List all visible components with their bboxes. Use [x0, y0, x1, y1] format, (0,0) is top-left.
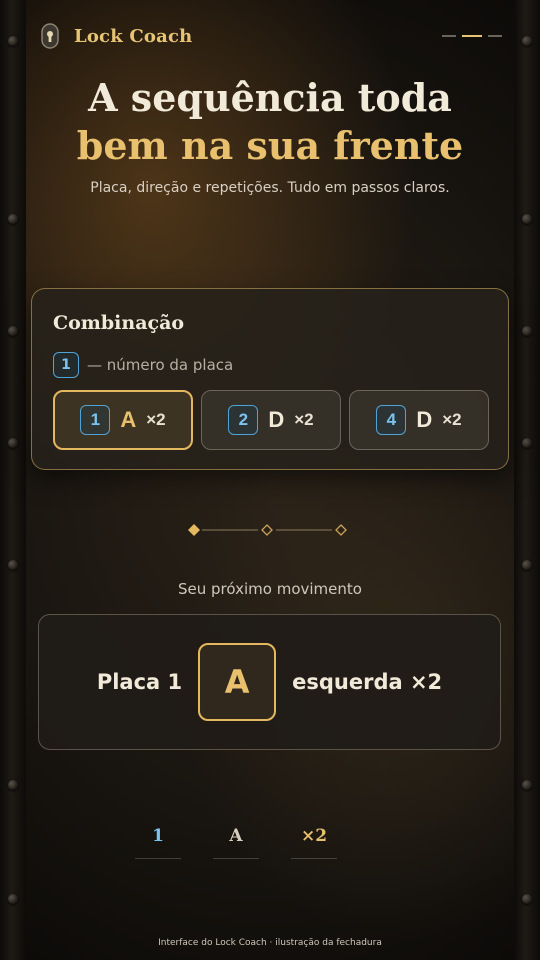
footer-caption: Interface do Lock Coach · ilustração da … [158, 938, 382, 948]
direction-letter: A [120, 407, 137, 432]
plate-number-badge: 2 [228, 405, 259, 435]
rivet [522, 438, 532, 448]
rivet [8, 36, 18, 46]
rivet [522, 326, 532, 336]
next-move-direction: esquerda ×2 [292, 670, 443, 694]
page-title: A sequência toda bem na sua frente [0, 74, 540, 170]
combination-step-3[interactable]: 4 D ×2 [349, 390, 489, 450]
plate-number-badge: 4 [376, 405, 407, 435]
lock-keyhole-icon [41, 23, 59, 49]
diamond-steps-icon [188, 524, 347, 536]
direction-letter: D [268, 407, 285, 432]
plate-number-badge: 1 [80, 405, 111, 435]
rivet [8, 438, 18, 448]
rivet [522, 214, 532, 224]
combination-steps: 1 A ×2 2 D ×2 4 D ×2 [53, 390, 489, 450]
legend-plate-badge: 1 [53, 352, 79, 378]
rivet [8, 780, 18, 790]
summary-plate: 1 [135, 826, 181, 859]
next-move-letter: A [198, 643, 277, 721]
app-name: Lock Coach [74, 25, 193, 47]
rivet [8, 560, 18, 570]
rivet [522, 894, 532, 904]
combination-card: Combinação 1 — número da placa 1 A ×2 2 … [31, 288, 509, 470]
summary-times: ×2 [291, 826, 337, 859]
combination-step-1[interactable]: 1 A ×2 [53, 390, 193, 450]
progress-step [442, 35, 456, 37]
progress-step [488, 35, 502, 37]
page-subtitle: Placa, direção e repetições. Tudo em pas… [90, 180, 450, 196]
rivet [522, 780, 532, 790]
combination-title: Combinação [53, 312, 185, 334]
repetitions: ×2 [294, 410, 314, 429]
title-line-2: bem na sua frente [76, 123, 464, 168]
rivet [8, 894, 18, 904]
next-move-label: Seu próximo movimento [178, 580, 362, 598]
app-header: Lock Coach [40, 22, 192, 50]
summary-letter: A [213, 826, 259, 859]
move-summary: 1 A ×2 [135, 826, 337, 859]
repetitions: ×2 [146, 410, 166, 429]
direction-letter: D [416, 407, 433, 432]
plate-legend: 1 — número da placa [53, 352, 233, 378]
repetitions: ×2 [442, 410, 462, 429]
progress-step-active [462, 35, 482, 37]
rivet [522, 560, 532, 570]
title-line-1: A sequência toda [88, 75, 452, 120]
rivet [522, 36, 532, 46]
step-progress [442, 35, 502, 37]
rivet [8, 214, 18, 224]
legend-text: — número da placa [87, 356, 234, 374]
next-move-plate: Placa 1 [96, 670, 183, 694]
combination-step-2[interactable]: 2 D ×2 [201, 390, 341, 450]
next-move-card: Placa 1 A esquerda ×2 [38, 614, 501, 750]
rivet [8, 326, 18, 336]
